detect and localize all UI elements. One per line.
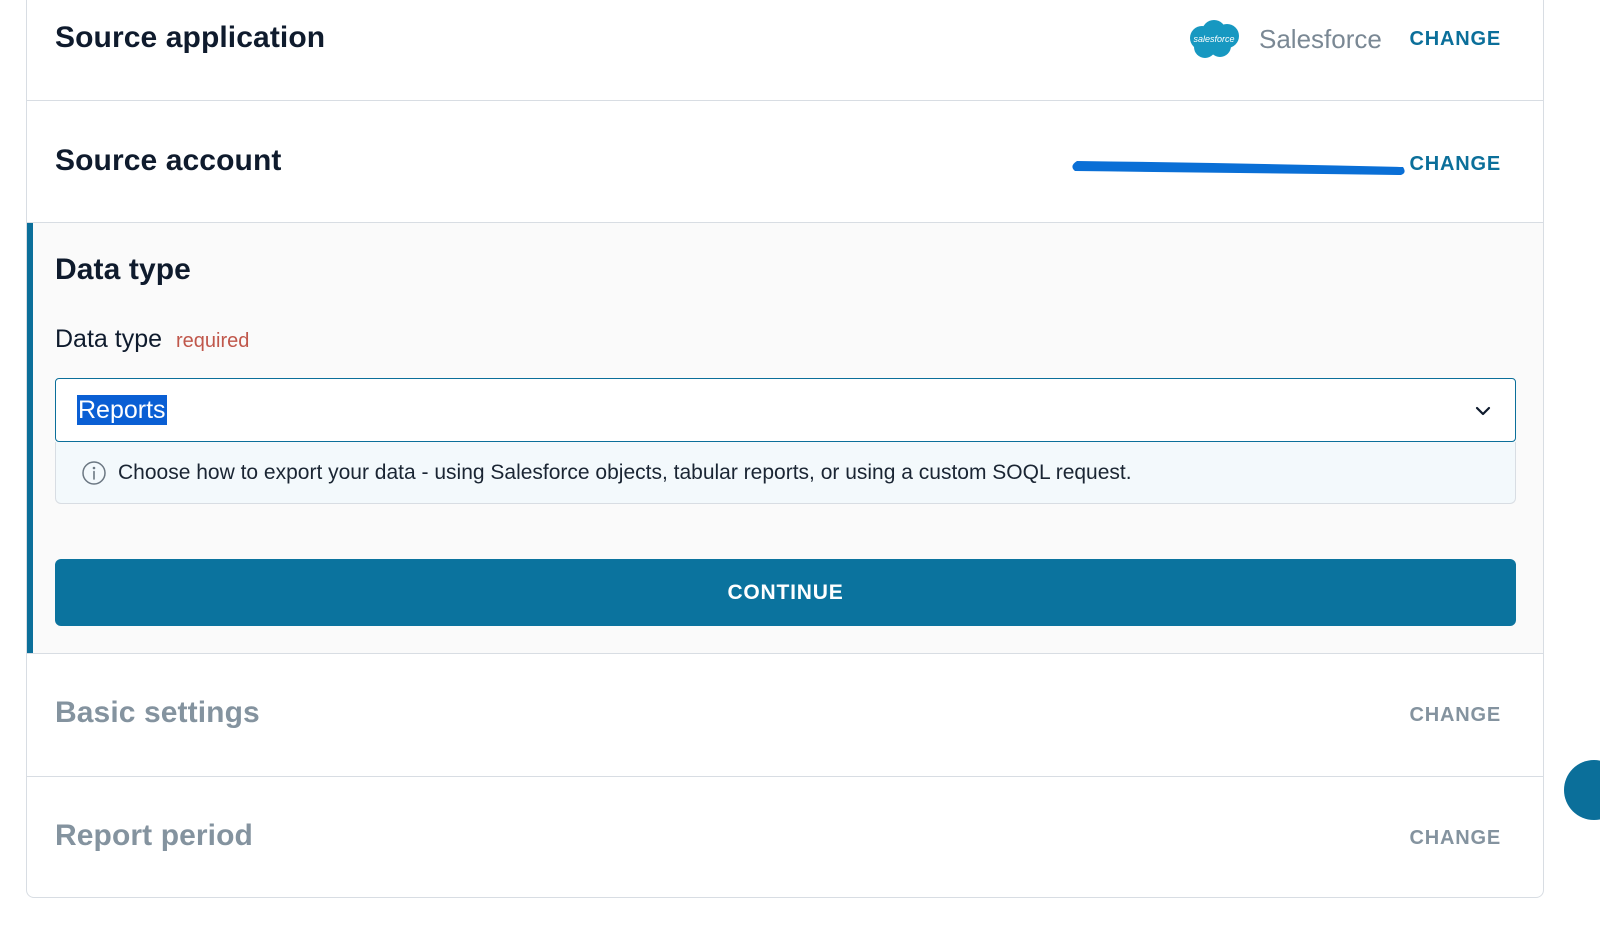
selected-application: salesforce Salesforce [1185,17,1382,61]
source-application-section: Source application salesforce Salesforce… [27,0,1543,101]
field-label-text: Data type [55,325,163,353]
redacted-account-name [1072,161,1405,175]
report-period-title: Report period [55,819,253,852]
data-type-select[interactable]: Reports [55,378,1516,442]
application-name: Salesforce [1259,23,1382,54]
hint-text: Choose how to export your data - using S… [118,460,1132,484]
salesforce-logo-icon: salesforce [1190,20,1239,58]
basic-settings-title: Basic settings [55,696,260,729]
source-application-title: Source application [55,21,326,54]
svg-text:salesforce: salesforce [1193,34,1234,44]
data-source-wizard: Source application salesforce Salesforce… [26,0,1544,898]
continue-button[interactable]: CONTINUE [55,559,1516,626]
data-type-field-label: Data type required [55,325,249,354]
help-chat-bubble[interactable] [1564,760,1600,820]
active-section-indicator [27,223,33,653]
change-basic-settings-button[interactable]: CHANGE [1410,704,1501,727]
basic-settings-section: Basic settings CHANGE [27,654,1543,777]
change-source-account-button[interactable]: CHANGE [1410,153,1501,176]
change-report-period-button[interactable]: CHANGE [1410,827,1501,850]
source-account-title: Source account [55,144,282,177]
data-type-title: Data type [55,253,191,286]
required-indicator: required [176,330,250,352]
data-type-hint: Choose how to export your data - using S… [55,442,1516,504]
report-period-section: Report period CHANGE [27,777,1543,897]
source-account-section: Source account CHANGE [27,101,1543,223]
change-source-application-button[interactable]: CHANGE [1410,28,1501,51]
data-type-section: Data type Data type required Reports Cho… [27,223,1543,654]
chevron-down-icon[interactable] [1473,401,1493,421]
info-icon [82,460,106,485]
data-type-selected-value: Reports [77,395,167,425]
